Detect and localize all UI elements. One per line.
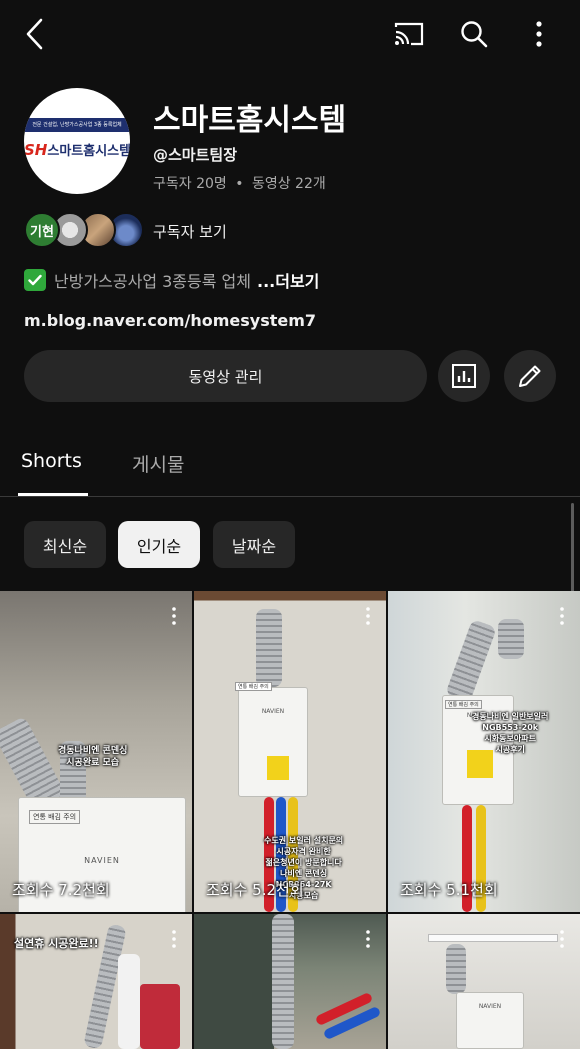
tile-more-button[interactable] (554, 605, 570, 627)
manage-videos-button[interactable]: 동영상 관리 (24, 350, 427, 402)
tile-more-button[interactable] (166, 928, 182, 950)
cast-icon (394, 22, 424, 46)
avatar-logo: SH스마트홈시스템 (24, 140, 130, 159)
boiler-brand: NAVIEN (84, 856, 120, 865)
channel-tabs: Shorts 게시물 (0, 430, 580, 497)
channel-stats: 구독자 20명 • 동영상 22개 (153, 173, 326, 193)
exhaust-pipe (445, 618, 497, 704)
subscriber-avatar: 기현 (24, 212, 60, 248)
back-arrow-icon (26, 18, 43, 50)
channel-link[interactable]: m.blog.naver.com/homesystem7 (24, 311, 316, 330)
more-vert-icon (560, 607, 564, 625)
shorts-thumbnail[interactable]: 설연휴 시공완료!! (0, 914, 192, 1049)
tile-more-button[interactable] (360, 605, 376, 627)
top-app-bar (0, 0, 580, 66)
more-options-button[interactable] (517, 12, 561, 56)
tile-more-button[interactable] (360, 928, 376, 950)
view-subscribers-link[interactable]: 구독자 보기 (153, 221, 227, 242)
shorts-thumbnail[interactable]: NAVIEN (388, 914, 580, 1049)
tab-shorts[interactable]: Shorts (21, 450, 82, 472)
view-count: 조회수 5.2천회 (206, 881, 304, 899)
shorts-caption: 설연휴 시공완료!! (14, 937, 99, 950)
pencil-icon (519, 365, 541, 387)
shorts-grid: 연통 배김 주의 NAVIEN 경동나비엔 콘덴싱 시공완료 모습 조회수 7.… (0, 591, 580, 1049)
boiler-sticker: 연통 배김 주의 (445, 700, 482, 709)
wall-panel (194, 914, 274, 1049)
exhaust-pipe (256, 609, 282, 687)
red-container (140, 984, 180, 1049)
shorts-thumbnail[interactable]: 연통 배김 주의 NAVIEN 수도권 보일러 설치문의 시공자격 완비한 젊은… (194, 591, 386, 912)
boiler-unit: 연통 배김 주의 NAVIEN (235, 682, 308, 797)
shorts-caption: 경동나비엔 콘덴싱 시공완료 모습 (58, 746, 128, 768)
avatar-banner-text: 전문 건설업, 난방가스공사업 3종 등록업체 (24, 118, 130, 132)
boiler-unit: NAVIEN (456, 992, 524, 1049)
sort-chip-date[interactable]: 날짜순 (213, 521, 295, 568)
boiler-sticker: 연통 배김 주의 (235, 682, 272, 691)
channel-description[interactable]: 난방가스공사업 3종등록 업체 ...더보기 (24, 268, 319, 292)
more-vert-icon (560, 930, 564, 948)
check-mark-icon (24, 269, 46, 291)
tile-more-button[interactable] (166, 605, 182, 627)
cast-button[interactable] (387, 12, 431, 56)
channel-title: 스마트홈시스템 (153, 103, 347, 138)
more-vert-icon (366, 607, 370, 625)
boiler-sticker: 연통 배김 주의 (29, 810, 81, 824)
shorts-thumbnail[interactable]: 연통 배김 주의 NAVIEN 경동나비엔 콘덴싱 시공완료 모습 조회수 7.… (0, 591, 192, 912)
shorts-caption: 경동나비엔 일반보일러 NGB553-20k 시화동보아파트 시공후기 (472, 712, 549, 754)
active-tab-indicator (18, 493, 88, 496)
sort-chip-latest[interactable]: 최신순 (24, 521, 106, 568)
more-vert-icon (172, 607, 176, 625)
more-vert-icon (536, 21, 542, 47)
drying-rack (428, 934, 558, 942)
view-count: 조회수 7.2천회 (12, 881, 110, 899)
search-button[interactable] (452, 12, 496, 56)
channel-avatar[interactable]: 전문 건설업, 난방가스공사업 3종 등록업체 SH스마트홈시스템 (24, 88, 130, 194)
video-count: 동영상 22개 (251, 176, 326, 192)
shorts-thumbnail[interactable] (194, 914, 386, 1049)
sort-chip-popular[interactable]: 인기순 (118, 521, 200, 568)
search-icon (461, 21, 488, 48)
boiler-brand: NAVIEN (478, 1003, 502, 1010)
more-vert-icon (172, 930, 176, 948)
avatar-logo-sh: SH (24, 141, 48, 159)
avatar-logo-name: 스마트홈시스템 (47, 144, 130, 159)
tab-posts[interactable]: 게시물 (132, 450, 184, 477)
channel-handle: @스마트팀장 (153, 146, 238, 164)
subscriber-count: 구독자 20명 (153, 176, 227, 192)
stats-separator: • (235, 176, 244, 192)
description-text: 난방가스공사업 3종등록 업체 (54, 272, 251, 291)
boiler-label (267, 756, 289, 780)
more-vert-icon (366, 930, 370, 948)
boiler-brand: NAVIEN (261, 708, 285, 715)
white-bottle (118, 954, 140, 1049)
edit-channel-button[interactable] (504, 350, 556, 402)
exhaust-pipe (272, 914, 294, 1049)
analytics-button[interactable] (438, 350, 490, 402)
exhaust-pipe (446, 944, 466, 994)
description-more-link[interactable]: ...더보기 (257, 268, 319, 292)
tile-more-button[interactable] (554, 928, 570, 950)
exhaust-pipe (498, 619, 524, 659)
bar-chart-icon (452, 364, 476, 388)
shorts-thumbnail[interactable]: 연통 배김 주의 NAVIEN 경동나비엔 일반보일러 NGB553-20k 시… (388, 591, 580, 912)
back-button[interactable] (13, 12, 57, 56)
view-count: 조회수 5.1천회 (400, 881, 498, 899)
